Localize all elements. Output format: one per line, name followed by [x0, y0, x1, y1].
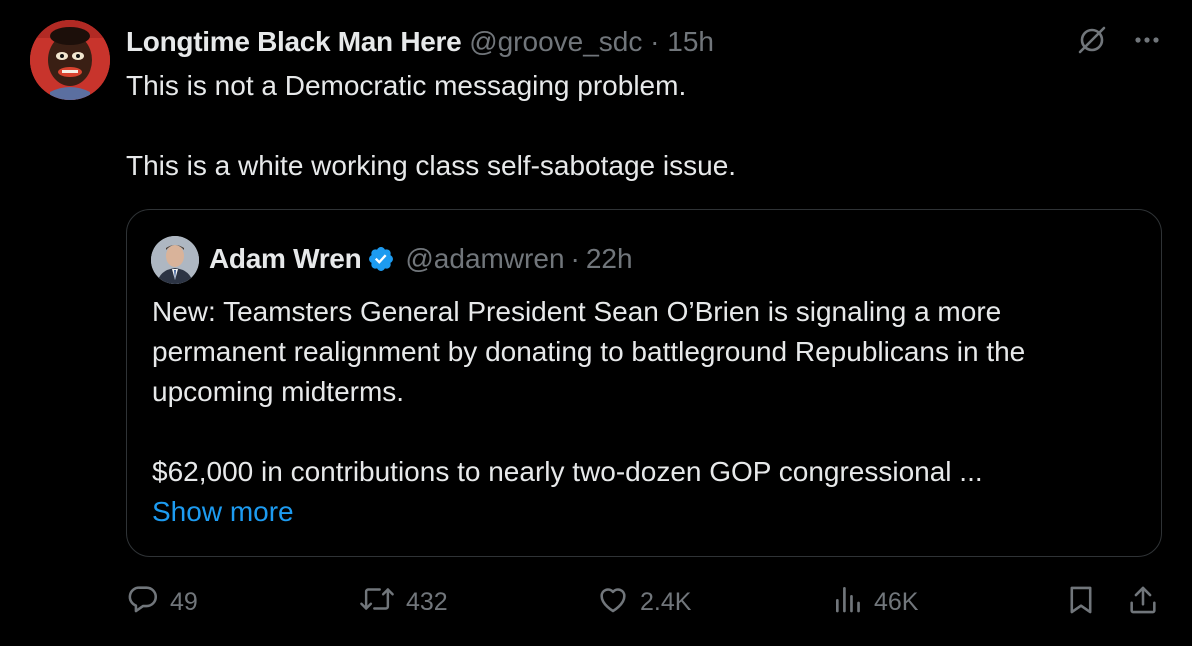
share-button[interactable] — [1126, 582, 1160, 625]
quote-author-handle[interactable]: @adamwren — [405, 241, 564, 277]
reply-button[interactable]: 49 — [126, 582, 198, 623]
tweet-time[interactable]: 15h — [667, 26, 714, 57]
verified-badge-icon — [367, 245, 395, 273]
repost-button[interactable]: 432 — [358, 582, 448, 623]
more-icon[interactable] — [1132, 25, 1162, 55]
tweet-paragraph: This is not a Democratic messaging probl… — [126, 70, 687, 101]
tweet-header: Longtime Black Man Here @groove_sdc · 15… — [126, 24, 714, 60]
tweet-text: This is not a Democratic messaging probl… — [126, 66, 1156, 186]
quote-author-name[interactable]: Adam Wren — [209, 241, 362, 277]
views-button[interactable]: 46K — [832, 582, 918, 623]
author-handle[interactable]: @groove_sdc — [469, 26, 642, 57]
reply-count: 49 — [170, 588, 198, 616]
quote-text: New: Teamsters General President Sean O’… — [152, 292, 1142, 532]
like-count: 2.4K — [640, 588, 692, 616]
grok-icon[interactable] — [1074, 22, 1110, 58]
views-count: 46K — [874, 588, 919, 616]
like-icon — [596, 582, 630, 623]
like-button[interactable]: 2.4K — [596, 582, 691, 623]
reply-icon — [126, 582, 160, 623]
bookmark-button[interactable] — [1064, 582, 1098, 625]
share-icon — [1126, 582, 1160, 625]
quote-header: Adam Wren @adamwren · 22h — [209, 241, 633, 277]
bookmark-icon — [1064, 582, 1098, 625]
views-icon — [832, 582, 864, 623]
repost-icon — [358, 582, 396, 623]
author-name[interactable]: Longtime Black Man Here — [126, 26, 462, 57]
author-avatar[interactable] — [30, 20, 110, 100]
time-separator: · — [650, 26, 660, 57]
tweet[interactable]: Longtime Black Man Here @groove_sdc · 15… — [0, 0, 1192, 646]
quote-time[interactable]: 22h — [586, 241, 633, 277]
quote-paragraph: New: Teamsters General President Sean O’… — [152, 296, 1026, 407]
quote-paragraph: $62,000 in contributions to nearly two-d… — [152, 456, 983, 487]
repost-count: 432 — [406, 588, 448, 616]
quote-time-separator: · — [570, 243, 580, 274]
tweet-paragraph: This is a white working class self-sabot… — [126, 150, 737, 181]
quote-author-avatar[interactable] — [151, 236, 199, 284]
action-bar: 49 432 2.4K 46K — [126, 582, 1162, 622]
header-icons — [1074, 22, 1162, 58]
show-more-link[interactable]: Show more — [152, 492, 294, 532]
